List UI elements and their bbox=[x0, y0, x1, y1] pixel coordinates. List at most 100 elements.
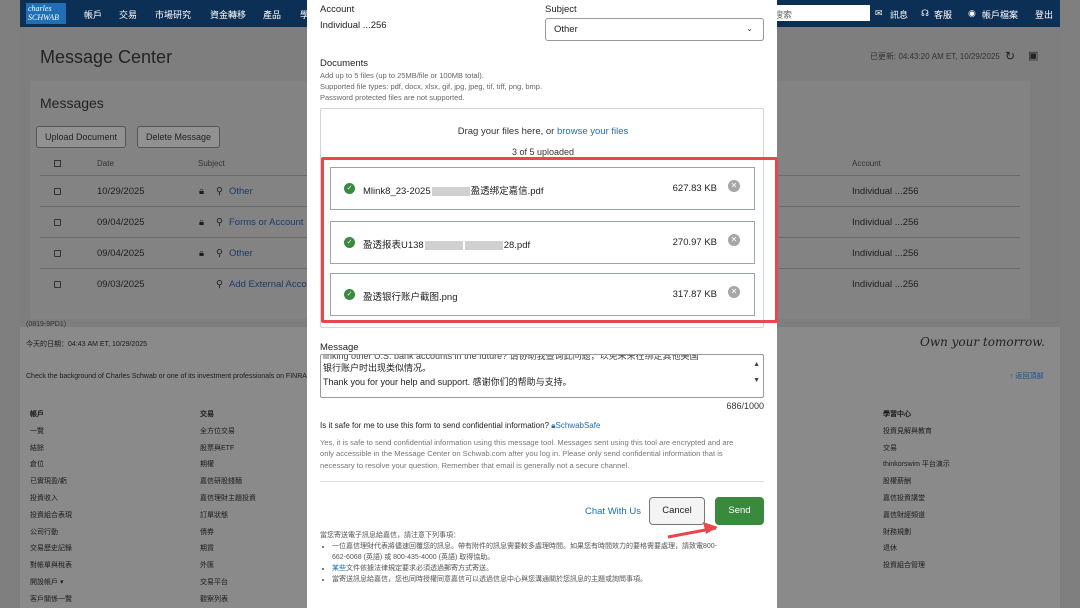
drag-text: Drag your files here, or bbox=[457, 126, 557, 137]
row-subject[interactable]: Add External Acco bbox=[229, 279, 307, 290]
documents-help-types: Supported file types: pdf, docx, xlsx, g… bbox=[320, 82, 543, 91]
footer-link[interactable]: 一覽 bbox=[30, 424, 72, 441]
footer-link[interactable]: 客戶關係一覽 bbox=[30, 592, 72, 608]
message-textarea[interactable]: linking other U.S. bank accounts in the … bbox=[320, 354, 764, 398]
nav-item-products[interactable]: 產品 bbox=[263, 8, 281, 21]
page-code: (0819-9PD1) bbox=[26, 321, 67, 328]
footer-link[interactable]: 債券 bbox=[200, 525, 256, 542]
column-date: Date bbox=[97, 159, 114, 168]
footer-link[interactable]: 訂單狀態 bbox=[200, 508, 256, 525]
lock-icon: 🔒︎ bbox=[199, 186, 205, 197]
footer-link[interactable]: 投資組合表現 bbox=[30, 508, 72, 525]
footer-link[interactable]: 觀察列表 bbox=[200, 592, 256, 608]
send-button[interactable]: Send bbox=[715, 497, 764, 525]
upload-document-button[interactable]: Upload Document bbox=[36, 126, 127, 148]
footer-link[interactable]: 投資收入 bbox=[30, 491, 72, 508]
footer-link[interactable]: 嘉信理財主題投資 bbox=[200, 491, 256, 508]
footer-link[interactable]: 全方位交易 bbox=[200, 424, 256, 441]
scroll-up-icon[interactable]: ▲ bbox=[753, 359, 760, 371]
row-date: 10/29/2025 bbox=[97, 186, 145, 197]
schwab-logo[interactable]: charles SCHWAB bbox=[26, 3, 66, 24]
footer-link[interactable]: 交易 bbox=[883, 441, 950, 458]
nav-item-transfers[interactable]: 資金轉移 bbox=[210, 8, 246, 21]
nav-item-accounts[interactable]: 帳戶 bbox=[84, 8, 102, 21]
footer-link[interactable]: 嘉信研股錢麵 bbox=[200, 474, 256, 491]
column-subject: Subject bbox=[198, 159, 225, 168]
headset-icon[interactable]: ☊ bbox=[921, 8, 929, 19]
today-date: 今天的日期：04:43 AM ET, 10/29/2025 bbox=[26, 341, 147, 348]
row-account: Individual ...256 bbox=[852, 186, 919, 197]
footer-col-trade: 交易 全方位交易 股票與ETF 期權 嘉信研股錢麵 嘉信理財主題投資 訂單狀態 債券 期貨 外匯交… bbox=[200, 407, 256, 608]
row-account: Individual ...256 bbox=[852, 217, 919, 228]
footer-link[interactable]: 投資組合管理 bbox=[883, 558, 950, 575]
subject-label: Subject bbox=[545, 4, 577, 15]
updated-timestamp: 已更新: 04:43:20 AM ET, 10/29/2025 bbox=[870, 52, 1000, 61]
messages-link[interactable]: 訊息 bbox=[890, 8, 908, 21]
footer-link[interactable]: 嘉信財經頻道 bbox=[883, 508, 950, 525]
footer-link[interactable]: 嘉信投資講堂 bbox=[883, 491, 950, 508]
messages-heading: Messages bbox=[40, 95, 104, 111]
footer-link[interactable]: 已實現盈/虧 bbox=[30, 474, 72, 491]
footer-link[interactable]: 交易歷史記錄 bbox=[30, 541, 72, 558]
row-account: Individual ...256 bbox=[852, 279, 919, 290]
row-subject[interactable]: Forms or Account bbox=[229, 217, 303, 228]
safe-text-line: Yes, it is safe to send confidential inf… bbox=[320, 438, 734, 447]
footer-link[interactable]: 股票與ETF bbox=[200, 441, 256, 458]
row-checkbox[interactable] bbox=[54, 188, 61, 195]
footer-link[interactable]: thinkorswim 平台演示 bbox=[883, 457, 950, 474]
user-icon[interactable]: ◉ bbox=[968, 8, 976, 19]
back-to-top-link[interactable]: ↑ 返回頂部 bbox=[1010, 371, 1043, 381]
row-checkbox[interactable] bbox=[54, 281, 61, 288]
footer-link[interactable]: 外匯 bbox=[200, 558, 256, 575]
search-input[interactable]: 搜索 bbox=[770, 5, 870, 21]
mail-icon[interactable]: ✉ bbox=[875, 8, 883, 19]
row-date: 09/03/2025 bbox=[97, 279, 145, 290]
footer-link[interactable]: 投資見解與教育 bbox=[883, 424, 950, 441]
row-subject[interactable]: Other bbox=[229, 186, 253, 197]
paperclip-icon: ⚲ bbox=[216, 217, 223, 228]
footer-link[interactable]: 期貨 bbox=[200, 541, 256, 558]
safe-question: Is it safe for me to use this form to se… bbox=[320, 421, 549, 430]
footer-link[interactable]: 財務規劃 bbox=[883, 525, 950, 542]
footer-link[interactable]: 倉位 bbox=[30, 457, 72, 474]
refresh-icon[interactable]: ↻ bbox=[1005, 49, 1015, 63]
print-icon[interactable]: ▣ bbox=[1028, 49, 1038, 62]
footer-link[interactable]: 退休 bbox=[883, 541, 950, 558]
lock-icon: 🔒︎ bbox=[199, 217, 205, 228]
slogan: Own your tomorrow. bbox=[920, 335, 1045, 349]
schwabsafe-link[interactable]: SchwabSafe bbox=[556, 421, 601, 430]
footer-link[interactable]: 股權薪酬 bbox=[883, 474, 950, 491]
scroll-down-icon[interactable]: ▼ bbox=[753, 375, 760, 387]
row-subject[interactable]: Other bbox=[229, 248, 253, 259]
documents-help-password: Password protected files are not support… bbox=[320, 93, 465, 102]
footer-link[interactable]: 結餘 bbox=[30, 441, 72, 458]
nav-item-research[interactable]: 市場研究 bbox=[155, 8, 191, 21]
footer-link[interactable]: 開設帳戶 ▾ bbox=[30, 575, 72, 592]
select-all-checkbox[interactable] bbox=[54, 160, 61, 167]
logout-link[interactable]: 登出 bbox=[1035, 8, 1053, 21]
character-count: 686/1000 bbox=[726, 401, 764, 411]
nav-item-trade[interactable]: 交易 bbox=[119, 8, 137, 21]
documents-help-size: Add up to 5 files (up to 25MB/file or 10… bbox=[320, 71, 484, 80]
profile-link[interactable]: 帳戶檔案 bbox=[982, 8, 1018, 21]
footer-link[interactable]: 公司行動 bbox=[30, 525, 72, 542]
some-documents-link[interactable]: 某些 bbox=[332, 565, 346, 572]
footer-link[interactable]: 對帳單與稅表 bbox=[30, 558, 72, 575]
row-checkbox[interactable] bbox=[54, 219, 61, 226]
row-date: 09/04/2025 bbox=[97, 248, 145, 259]
footer-link[interactable]: 交易平台 bbox=[200, 575, 256, 592]
row-checkbox[interactable] bbox=[54, 250, 61, 257]
note-item: 某些文件依據法律規定要求必須透過郵寄方式寄送。 bbox=[332, 563, 764, 574]
service-link[interactable]: 客服 bbox=[934, 8, 952, 21]
page-title: Message Center bbox=[40, 47, 173, 67]
highlight-annotation-box bbox=[321, 157, 778, 323]
account-label: Account bbox=[320, 4, 355, 15]
subject-select[interactable]: Other ⌄ bbox=[545, 18, 764, 41]
browse-files-link[interactable]: browse your files bbox=[557, 126, 628, 137]
delete-message-button[interactable]: Delete Message bbox=[137, 126, 221, 148]
paperclip-icon: ⚲ bbox=[216, 279, 223, 290]
footer-link[interactable]: 期權 bbox=[200, 457, 256, 474]
documents-label: Documents bbox=[320, 58, 369, 69]
row-date: 09/04/2025 bbox=[97, 217, 145, 228]
paperclip-icon: ⚲ bbox=[216, 248, 223, 259]
